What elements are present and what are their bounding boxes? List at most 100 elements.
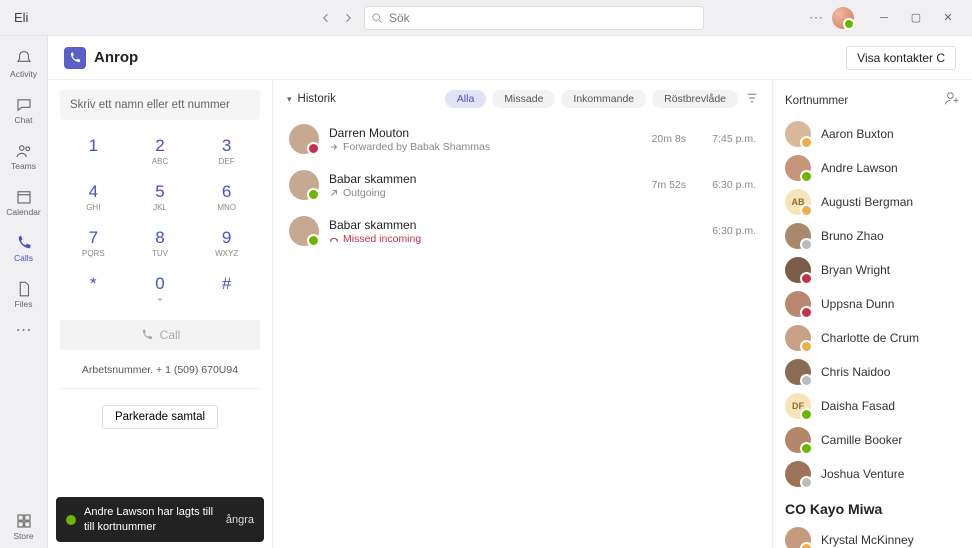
parked-calls-button[interactable]: Parkerade samtal bbox=[102, 405, 218, 429]
filter-incoming[interactable]: Inkommande bbox=[561, 90, 646, 108]
search-input[interactable]: Sök bbox=[364, 6, 704, 30]
avatar bbox=[785, 461, 811, 487]
app-rail: Activity Chat Teams Calendar Calls Files… bbox=[0, 36, 48, 548]
keypad-key-5[interactable]: 5JKL bbox=[127, 174, 194, 220]
speed-dial-contact[interactable]: Charlotte de Crum bbox=[785, 325, 960, 351]
history-time: 6:30 p.m. bbox=[696, 179, 756, 191]
avatar bbox=[785, 291, 811, 317]
rail-calls[interactable]: Calls bbox=[0, 226, 48, 270]
avatar: AB bbox=[785, 189, 811, 215]
call-button[interactable]: Call bbox=[60, 320, 260, 350]
avatar bbox=[289, 124, 319, 154]
history-collapse-icon[interactable]: ▾ bbox=[287, 94, 292, 105]
speed-dial-contact[interactable]: Bruno Zhao bbox=[785, 223, 960, 249]
avatar bbox=[289, 216, 319, 246]
speed-dial-contact[interactable]: Joshua Venture bbox=[785, 461, 960, 487]
contact-name: Charlotte de Crum bbox=[821, 331, 919, 345]
history-subtext: Outgoing bbox=[329, 187, 626, 199]
contact-name: Krystal McKinney bbox=[821, 533, 914, 547]
speed-dial-panel: Kortnummer Aaron BuxtonAndre LawsonABAug… bbox=[772, 80, 972, 548]
speed-dial-contact[interactable]: Krystal McKinney bbox=[785, 527, 960, 548]
history-item[interactable]: Babar skammen Missed incoming6:30 p.m. bbox=[287, 208, 758, 254]
work-number: Arbetsnummer. + 1 (509) 670U94 bbox=[60, 364, 260, 389]
search-icon bbox=[371, 12, 383, 24]
nav-back-icon[interactable] bbox=[318, 10, 334, 26]
keypad-key-9[interactable]: 9WXYZ bbox=[193, 220, 260, 266]
rail-more-icon[interactable]: ⋯ bbox=[16, 320, 32, 340]
toast: Andre Lawson har lagts till till kortnum… bbox=[56, 497, 264, 542]
speed-dial-contact[interactable]: Bryan Wright bbox=[785, 257, 960, 283]
speed-dial-contact[interactable]: Aaron Buxton bbox=[785, 121, 960, 147]
contact-group-header[interactable]: CO Kayo Miwa bbox=[785, 501, 960, 517]
history-panel: ▾ Historik Alla Missade Inkommande Röstb… bbox=[273, 80, 772, 548]
speed-dial-contact[interactable]: Andre Lawson bbox=[785, 155, 960, 181]
history-name: Babar skammen bbox=[329, 172, 626, 186]
speed-dial-contact[interactable]: Uppsna Dunn bbox=[785, 291, 960, 317]
contact-name: Aaron Buxton bbox=[821, 127, 894, 141]
avatar bbox=[289, 170, 319, 200]
keypad-key-#[interactable]: # bbox=[193, 266, 260, 312]
filter-all[interactable]: Alla bbox=[445, 90, 487, 108]
nav-forward-icon[interactable] bbox=[340, 10, 356, 26]
phone-icon bbox=[140, 328, 154, 342]
rail-calendar[interactable]: Calendar bbox=[0, 180, 48, 224]
keypad-key-4[interactable]: 4GHI bbox=[60, 174, 127, 220]
toast-status-icon bbox=[66, 515, 76, 525]
rail-files[interactable]: Files bbox=[0, 272, 48, 316]
page-title: Anrop bbox=[94, 49, 138, 66]
avatar bbox=[785, 427, 811, 453]
toast-undo-button[interactable]: ångra bbox=[226, 514, 254, 526]
contact-name: Joshua Venture bbox=[821, 467, 904, 481]
avatar bbox=[785, 359, 811, 385]
contact-name: Camille Booker bbox=[821, 433, 902, 447]
window-maximize-icon[interactable]: ▢ bbox=[902, 4, 930, 32]
history-item[interactable]: Babar skammen Outgoing7m 52s6:30 p.m. bbox=[287, 162, 758, 208]
rail-store[interactable]: Store bbox=[0, 504, 48, 548]
history-subtext: Missed incoming bbox=[329, 233, 626, 245]
contact-name: Chris Naidoo bbox=[821, 365, 890, 379]
keypad-key-*[interactable]: * bbox=[60, 266, 127, 312]
history-title: Historik bbox=[298, 93, 336, 105]
add-speed-dial-icon[interactable] bbox=[944, 90, 960, 111]
speed-dial-contact[interactable]: Camille Booker bbox=[785, 427, 960, 453]
user-avatar[interactable] bbox=[832, 7, 854, 29]
rail-activity[interactable]: Activity bbox=[0, 42, 48, 86]
rail-chat[interactable]: Chat bbox=[0, 88, 48, 132]
keypad-key-2[interactable]: 2ABC bbox=[127, 128, 194, 174]
window-close-icon[interactable]: ✕ bbox=[934, 4, 962, 32]
history-name: Darren Mouton bbox=[329, 126, 626, 140]
contact-name: Bruno Zhao bbox=[821, 229, 884, 243]
speed-dial-contact[interactable]: DFDaisha Fasad bbox=[785, 393, 960, 419]
window-minimize-icon[interactable]: ─ bbox=[870, 4, 898, 32]
history-list: Darren Mouton Forwarded by Babak Shammas… bbox=[287, 116, 758, 254]
keypad-key-1[interactable]: 1 bbox=[60, 128, 127, 174]
toast-message: Andre Lawson har lagts till till kortnum… bbox=[84, 505, 218, 534]
dial-input[interactable]: Skriv ett namn eller ett nummer bbox=[60, 90, 260, 120]
filter-missed[interactable]: Missade bbox=[492, 90, 555, 108]
more-icon[interactable]: ⋯ bbox=[809, 9, 824, 26]
history-item[interactable]: Darren Mouton Forwarded by Babak Shammas… bbox=[287, 116, 758, 162]
speed-dial-contact[interactable]: ABAugusti Bergman bbox=[785, 189, 960, 215]
keypad-key-3[interactable]: 3DEF bbox=[193, 128, 260, 174]
filter-icon[interactable] bbox=[746, 92, 758, 107]
keypad-key-8[interactable]: 8TUV bbox=[127, 220, 194, 266]
avatar bbox=[785, 325, 811, 351]
history-name: Babar skammen bbox=[329, 218, 626, 232]
keypad: 12ABC3DEF 4GHI5JKL6MNO 7PQRS8TUV9WXYZ *0+# bbox=[60, 128, 260, 312]
avatar: DF bbox=[785, 393, 811, 419]
speed-dial-contact[interactable]: Chris Naidoo bbox=[785, 359, 960, 385]
keypad-key-6[interactable]: 6MNO bbox=[193, 174, 260, 220]
contact-name: Uppsna Dunn bbox=[821, 297, 894, 311]
keypad-key-0[interactable]: 0+ bbox=[127, 266, 194, 312]
avatar bbox=[785, 155, 811, 181]
avatar bbox=[785, 121, 811, 147]
rail-teams[interactable]: Teams bbox=[0, 134, 48, 178]
keypad-key-7[interactable]: 7PQRS bbox=[60, 220, 127, 266]
page-header: Anrop Visa kontakter C bbox=[48, 36, 972, 80]
contact-name: Bryan Wright bbox=[821, 263, 890, 277]
search-placeholder: Sök bbox=[389, 11, 410, 25]
filter-voicemail[interactable]: Röstbrevlåde bbox=[652, 90, 738, 108]
avatar bbox=[785, 257, 811, 283]
dialer-panel: Skriv ett namn eller ett nummer 12ABC3DE… bbox=[48, 80, 273, 548]
show-contacts-button[interactable]: Visa kontakter C bbox=[846, 46, 956, 70]
